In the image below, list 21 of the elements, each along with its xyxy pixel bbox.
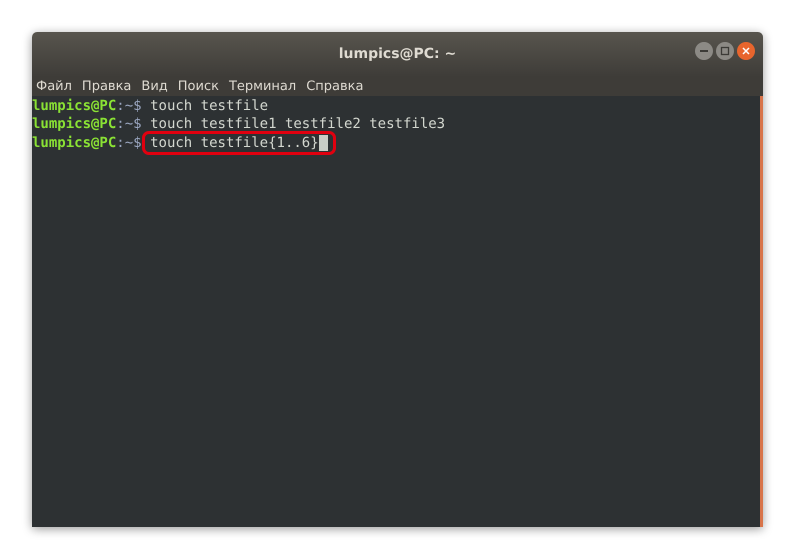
menu-item[interactable]: Терминал <box>228 80 296 92</box>
prompt-path: :~$ <box>116 96 142 116</box>
prompt-path: :~$ <box>116 115 142 134</box>
prompt-user: lumpics@PC <box>32 115 116 134</box>
maximize-icon <box>720 46 730 56</box>
menu-item[interactable]: Файл <box>36 80 72 92</box>
window-title: lumpics@PC: ~ <box>338 44 456 64</box>
command-text: touch testfile1 testfile2 testfile3 <box>150 115 446 134</box>
menu-item[interactable]: Поиск <box>178 80 219 92</box>
close-button[interactable] <box>737 42 755 60</box>
prompt-path: :~$ <box>116 134 142 153</box>
prompt-user: lumpics@PC <box>32 134 116 153</box>
scrollbar[interactable] <box>760 96 763 527</box>
command-text: touch testfile{1..6} <box>150 134 319 153</box>
menu-item[interactable]: Вид <box>141 80 168 92</box>
close-icon <box>741 46 751 56</box>
menu-item[interactable]: Справка <box>306 80 364 92</box>
prompt-user: lumpics@PC <box>32 96 116 116</box>
command-text: touch testfile <box>150 96 268 116</box>
minimize-button[interactable] <box>695 42 713 60</box>
menu-item[interactable]: Правка <box>82 80 132 92</box>
